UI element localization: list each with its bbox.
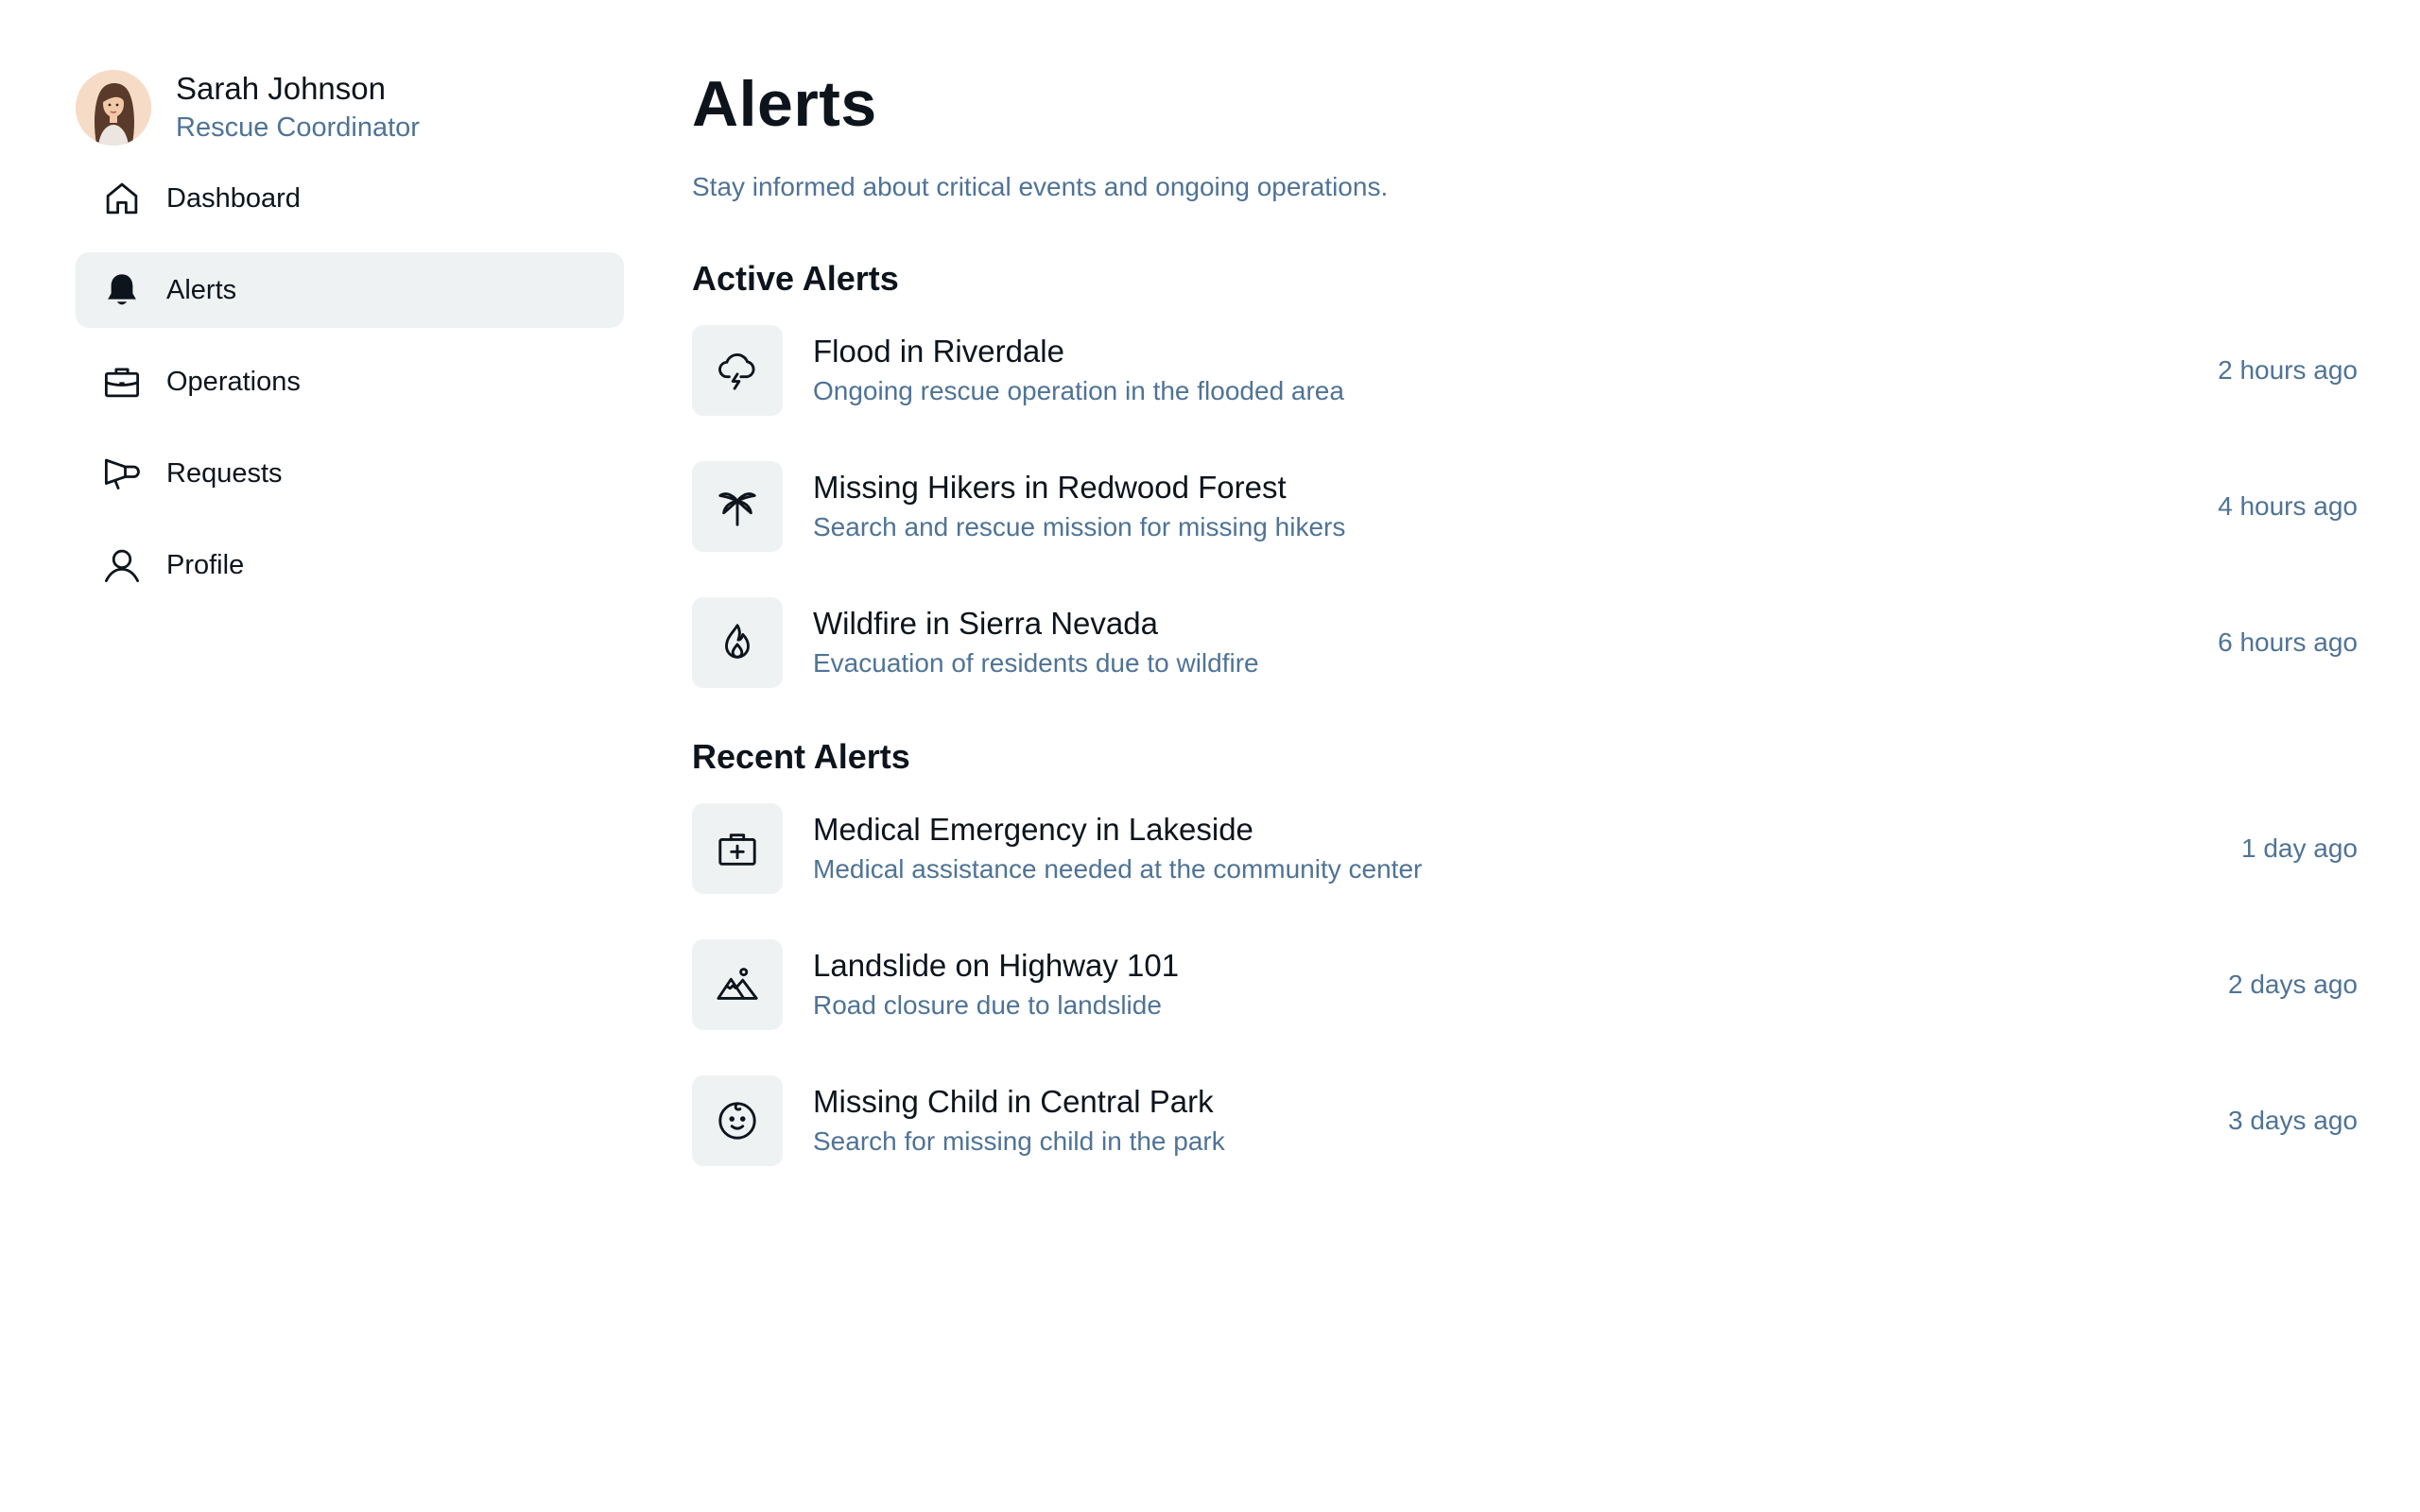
briefcase-icon (100, 360, 144, 404)
alert-description: Search for missing child in the park (813, 1126, 1225, 1156)
avatar[interactable] (76, 70, 151, 146)
user-profile-header[interactable]: Sarah Johnson Rescue Coordinator (76, 68, 624, 147)
sidebar-item-label: Profile (166, 549, 245, 580)
sidebar-item-dashboard[interactable]: Dashboard (76, 161, 624, 236)
alert-row[interactable]: Flood in Riverdale Ongoing rescue operat… (692, 325, 2358, 416)
flame-icon (692, 597, 783, 688)
baby-face-icon (692, 1075, 783, 1166)
alert-text: Missing Hikers in Redwood Forest Search … (813, 467, 2218, 546)
page-subtitle: Stay informed about critical events and … (692, 172, 1389, 201)
alert-timestamp: 2 days ago (2228, 970, 2358, 999)
alert-timestamp: 6 hours ago (2218, 627, 2358, 657)
alert-description: Ongoing rescue operation in the flooded … (813, 376, 1344, 405)
alert-title: Missing Hikers in Redwood Forest (813, 470, 1287, 505)
alert-text: Medical Emergency in Lakeside Medical as… (813, 809, 2241, 888)
sidebar-item-alerts[interactable]: Alerts (76, 252, 624, 328)
sidebar-item-label: Operations (166, 366, 301, 397)
user-info: Sarah Johnson Rescue Coordinator (176, 69, 420, 146)
alert-text: Missing Child in Central Park Search for… (813, 1081, 2228, 1160)
alert-row[interactable]: Wildfire in Sierra Nevada Evacuation of … (692, 597, 2358, 688)
alert-description: Evacuation of residents due to wildfire (813, 648, 1259, 678)
megaphone-icon (100, 452, 144, 495)
alert-text: Wildfire in Sierra Nevada Evacuation of … (813, 603, 2218, 682)
sidebar-item-requests[interactable]: Requests (76, 436, 624, 511)
alert-row[interactable]: Missing Child in Central Park Search for… (692, 1075, 2358, 1166)
alert-row[interactable]: Medical Emergency in Lakeside Medical as… (692, 803, 2358, 894)
alert-text: Landslide on Highway 101 Road closure du… (813, 945, 2228, 1024)
main-content: Alerts Stay informed about critical even… (692, 62, 2358, 1166)
recent-alerts-list: Medical Emergency in Lakeside Medical as… (692, 803, 2358, 1166)
alert-timestamp: 1 day ago (2241, 833, 2358, 863)
sidebar-item-label: Dashboard (166, 182, 301, 214)
user-name: Sarah Johnson (176, 71, 386, 106)
palm-tree-icon (692, 461, 783, 552)
alert-description: Medical assistance needed at the communi… (813, 854, 1423, 884)
alert-timestamp: 4 hours ago (2218, 491, 2358, 521)
alert-title: Missing Child in Central Park (813, 1084, 1214, 1119)
sidebar-item-profile[interactable]: Profile (76, 527, 624, 603)
alert-title: Flood in Riverdale (813, 334, 1064, 369)
alert-row[interactable]: Missing Hikers in Redwood Forest Search … (692, 461, 2358, 552)
bell-icon (100, 268, 144, 312)
alert-description: Road closure due to landslide (813, 990, 1162, 1020)
alert-title: Landslide on Highway 101 (813, 948, 1180, 983)
sidebar: Sarah Johnson Rescue Coordinator Dashboa… (76, 68, 624, 619)
cloud-lightning-icon (692, 325, 783, 416)
sidebar-item-label: Requests (166, 457, 283, 489)
alert-title: Medical Emergency in Lakeside (813, 812, 1253, 847)
alert-description: Search and rescue mission for missing hi… (813, 512, 1346, 541)
active-alerts-heading: Active Alerts (692, 259, 899, 298)
alert-row[interactable]: Landslide on Highway 101 Road closure du… (692, 939, 2358, 1030)
mountains-icon (692, 939, 783, 1030)
alert-text: Flood in Riverdale Ongoing rescue operat… (813, 331, 2218, 410)
sidebar-nav: Dashboard Alerts Operations Requests Pro… (76, 161, 624, 603)
house-icon (100, 177, 144, 220)
user-role: Rescue Coordinator (176, 112, 420, 143)
alert-timestamp: 2 hours ago (2218, 355, 2358, 385)
alert-title: Wildfire in Sierra Nevada (813, 606, 1158, 641)
active-alerts-list: Flood in Riverdale Ongoing rescue operat… (692, 325, 2358, 688)
sidebar-item-operations[interactable]: Operations (76, 344, 624, 420)
sidebar-item-label: Alerts (166, 274, 237, 305)
user-icon (100, 543, 144, 587)
recent-alerts-heading: Recent Alerts (692, 737, 910, 776)
page-title: Alerts (692, 68, 877, 140)
app-root: Sarah Johnson Rescue Coordinator Dashboa… (0, 0, 2420, 1512)
alert-timestamp: 3 days ago (2228, 1106, 2358, 1135)
first-aid-kit-icon (692, 803, 783, 894)
